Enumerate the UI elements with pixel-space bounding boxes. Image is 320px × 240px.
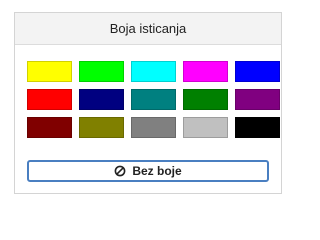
- swatch-gray-25[interactable]: [183, 117, 228, 138]
- no-color-label: Bez boje: [132, 164, 182, 178]
- swatch-red[interactable]: [27, 89, 72, 110]
- swatch-gray-50[interactable]: [131, 117, 176, 138]
- swatch-green[interactable]: [183, 89, 228, 110]
- swatch-teal[interactable]: [131, 89, 176, 110]
- color-swatch-grid: [27, 61, 280, 138]
- swatch-blue[interactable]: [235, 61, 280, 82]
- swatch-turquoise[interactable]: [131, 61, 176, 82]
- highlight-color-panel: Boja isticanja Bez boje: [14, 12, 282, 194]
- panel-header: Boja isticanja: [15, 13, 281, 45]
- swatch-pink[interactable]: [183, 61, 228, 82]
- swatch-dark-yellow[interactable]: [79, 117, 124, 138]
- swatch-dark-blue[interactable]: [79, 89, 124, 110]
- swatch-bright-green[interactable]: [79, 61, 124, 82]
- swatch-violet[interactable]: [235, 89, 280, 110]
- panel-title: Boja isticanja: [109, 21, 187, 36]
- swatch-black[interactable]: [235, 117, 280, 138]
- swatch-yellow[interactable]: [27, 61, 72, 82]
- no-color-button[interactable]: Bez boje: [27, 160, 269, 182]
- swatch-dark-red[interactable]: [27, 117, 72, 138]
- no-color-icon: [114, 165, 126, 177]
